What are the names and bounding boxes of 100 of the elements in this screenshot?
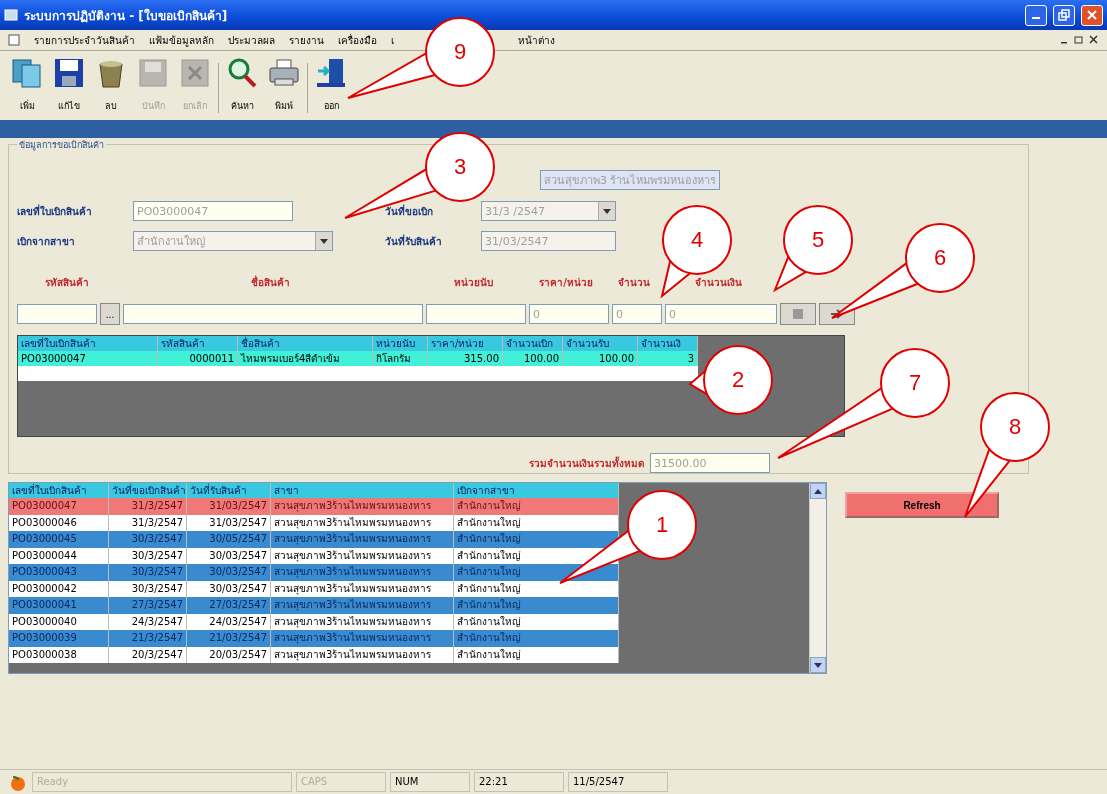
table-cell: สวนสุขภาพ3ร้านไหมพรมหนองหาร bbox=[271, 564, 454, 581]
callout-number: 3 bbox=[453, 154, 467, 180]
table-cell: 21/3/2547 bbox=[109, 630, 187, 647]
mdi-window-controls-icon[interactable] bbox=[1059, 35, 1099, 45]
document-icon bbox=[8, 34, 20, 46]
menu-item[interactable]: เ bbox=[391, 32, 394, 48]
unit-field[interactable] bbox=[426, 304, 526, 324]
total-label: รวมจำนวนเงินรวมทั้งหมด bbox=[529, 455, 644, 471]
menu-item[interactable]: เครื่องมือ bbox=[338, 32, 377, 48]
column-label: ชื่อสินค้า bbox=[249, 275, 291, 290]
status-pane: CAPS bbox=[296, 772, 386, 792]
browse-button[interactable]: ... bbox=[100, 303, 120, 325]
printer-icon bbox=[268, 57, 300, 89]
callout-number: 2 bbox=[731, 367, 745, 393]
callout-number: 7 bbox=[908, 370, 922, 396]
menu-item[interactable]: หน้าต่าง bbox=[518, 32, 555, 48]
column-label: รหัสสินค้า bbox=[44, 276, 90, 290]
product-name-field[interactable] bbox=[123, 304, 423, 324]
table-cell: PO03000043 bbox=[9, 564, 109, 581]
grid-row[interactable]: PO03000045 30/3/2547 30/05/2547 สวนสุขภาพ3ร้านไหมพรมหนองหาร สำนักงานใหญ่ bbox=[9, 531, 619, 548]
group-title: ข้อมูลการขอเบิกสินค้า bbox=[17, 138, 106, 152]
table-cell: 27/3/2547 bbox=[109, 597, 187, 614]
window-title: ระบบการปฏิบัติงาน - [ใบขอเบิกสินค้า] bbox=[24, 7, 229, 25]
table-cell: 20/3/2547 bbox=[109, 646, 187, 663]
column-label: หน่วยนับ bbox=[452, 276, 494, 290]
toolbar-button[interactable]: พิมพ์ bbox=[265, 57, 303, 113]
app-icon bbox=[4, 8, 18, 22]
menu-item[interactable]: รายงาน bbox=[289, 32, 324, 48]
toolbar-button[interactable]: ลบ bbox=[92, 57, 130, 113]
dropdown-arrow-icon bbox=[320, 238, 328, 244]
table-cell: 31/3/2547 bbox=[109, 498, 187, 515]
grid-row[interactable]: PO03000041 27/3/2547 27/03/2547 สวนสุขภาพ3ร้านไหมพรมหนองหาร สำนักงานใหญ่ bbox=[9, 597, 619, 614]
refresh-button[interactable]: Refresh bbox=[845, 492, 999, 518]
toolbar-button[interactable]: แก้ไข bbox=[50, 57, 88, 113]
table-cell: สำนักงานใหญ่ bbox=[454, 597, 619, 614]
table-cell: 30/3/2547 bbox=[109, 564, 187, 581]
table-cell: PO03000038 bbox=[9, 646, 109, 663]
search-icon bbox=[226, 57, 258, 89]
callout-number: 9 bbox=[453, 39, 467, 65]
table-cell: สวนสุขภาพ3ร้านไหมพรมหนองหาร bbox=[271, 630, 454, 647]
arrow-right-icon bbox=[830, 309, 844, 319]
minimize-icon bbox=[1032, 17, 1040, 19]
close-button[interactable] bbox=[1081, 4, 1103, 26]
grid-row[interactable]: PO03000039 21/3/2547 21/03/2547 สวนสุขภาพ3ร้านไหมพรมหนองหาร สำนักงานใหญ่ bbox=[9, 630, 619, 647]
table-cell: สวนสุขภาพ3ร้านไหมพรมหนองหาร bbox=[271, 646, 454, 663]
field-label: เบิกจากสาขา bbox=[17, 234, 76, 249]
toolbar-button[interactable]: ค้นหา bbox=[223, 57, 261, 113]
toolbar-button[interactable]: เพิ่ม bbox=[8, 57, 46, 113]
fruit-icon bbox=[8, 773, 28, 791]
table-cell: สำนักงานใหญ่ bbox=[454, 646, 619, 663]
close-icon bbox=[1086, 9, 1098, 21]
table-cell: 21/03/2547 bbox=[187, 630, 271, 647]
table-cell: 30/03/2547 bbox=[187, 564, 271, 581]
scroll-down-icon bbox=[814, 662, 822, 668]
dropdown-arrow-icon bbox=[603, 208, 611, 214]
toolbar-button[interactable]: ออก bbox=[312, 57, 350, 113]
table-cell: PO03000039 bbox=[9, 630, 109, 647]
menu-item[interactable]: รายการประจำวันสินค้า bbox=[34, 32, 135, 48]
callout-number: 6 bbox=[933, 245, 947, 271]
grid-row[interactable]: PO03000047 31/3/2547 31/03/2547 สวนสุขภาพ3ร้านไหมพรมหนองหาร สำนักงานใหญ่ bbox=[9, 498, 619, 515]
table-cell: PO03000045 bbox=[9, 531, 109, 548]
field-label: วันที่ขอเบิก bbox=[385, 203, 434, 219]
restore-icon bbox=[1058, 9, 1070, 21]
restore-button[interactable] bbox=[1053, 4, 1075, 26]
menu-item[interactable]: แฟ้มข้อมูลหลัก bbox=[149, 32, 214, 48]
table-cell: 31/03/2547 bbox=[187, 498, 271, 515]
menu-item[interactable]: ประมวลผล bbox=[228, 32, 275, 48]
exit-door-icon bbox=[315, 57, 347, 89]
table-cell: PO03000047 bbox=[9, 498, 109, 515]
copy-pages-icon bbox=[11, 57, 43, 89]
status-pane: Ready bbox=[32, 772, 292, 792]
column-label: ราคา/หน่วย bbox=[538, 276, 594, 290]
table-cell: 30/3/2547 bbox=[109, 531, 187, 548]
table-cell: สวนสุขภาพ3ร้านไหมพรมหนองหาร bbox=[271, 498, 454, 515]
minimize-button[interactable] bbox=[1025, 4, 1047, 26]
cancel-icon bbox=[179, 57, 211, 89]
table-cell: สวนสุขภาพ3ร้านไหมพรมหนองหาร bbox=[271, 597, 454, 614]
table-cell: 30/05/2547 bbox=[187, 531, 271, 548]
column-label: จำนวนเงิน bbox=[693, 276, 743, 290]
callout-number: 5 bbox=[811, 227, 825, 253]
field-label: วันที่รับสินค้า bbox=[385, 233, 443, 249]
grid-row[interactable]: PO03000047 0000011 ไหมพรมเบอร์4สีดำเข้ม กิโลกรัม 315.00 100.00 100.00 3 bbox=[18, 351, 698, 366]
callout-number: 4 bbox=[690, 227, 704, 253]
column-label: จำนวน bbox=[617, 276, 651, 290]
status-pane: 11/5/2547 bbox=[568, 772, 668, 792]
table-cell: สวนสุขภาพ3ร้านไหมพรมหนองหาร bbox=[271, 531, 454, 548]
product-code-field[interactable] bbox=[17, 304, 97, 324]
table-cell: PO03000041 bbox=[9, 597, 109, 614]
table-cell: สำนักงานใหญ่ bbox=[454, 630, 619, 647]
callout-number: 1 bbox=[655, 512, 669, 538]
table-cell: 27/03/2547 bbox=[187, 597, 271, 614]
scroll-up-icon bbox=[814, 488, 822, 494]
table-cell: 20/03/2547 bbox=[187, 646, 271, 663]
status-pane: NUM bbox=[390, 772, 470, 792]
field-label: เลขที่ใบเบิกสินค้า bbox=[17, 203, 93, 219]
scrollbar[interactable] bbox=[809, 483, 826, 673]
callout-number: 8 bbox=[1008, 414, 1022, 440]
grid-row[interactable]: PO03000043 30/3/2547 30/03/2547 สวนสุขภาพ3ร้านไหมพรมหนองหาร สำนักงานใหญ่ bbox=[9, 564, 619, 581]
table-cell: สำนักงานใหญ่ bbox=[454, 498, 619, 515]
status-pane: 22:21 bbox=[474, 772, 564, 792]
